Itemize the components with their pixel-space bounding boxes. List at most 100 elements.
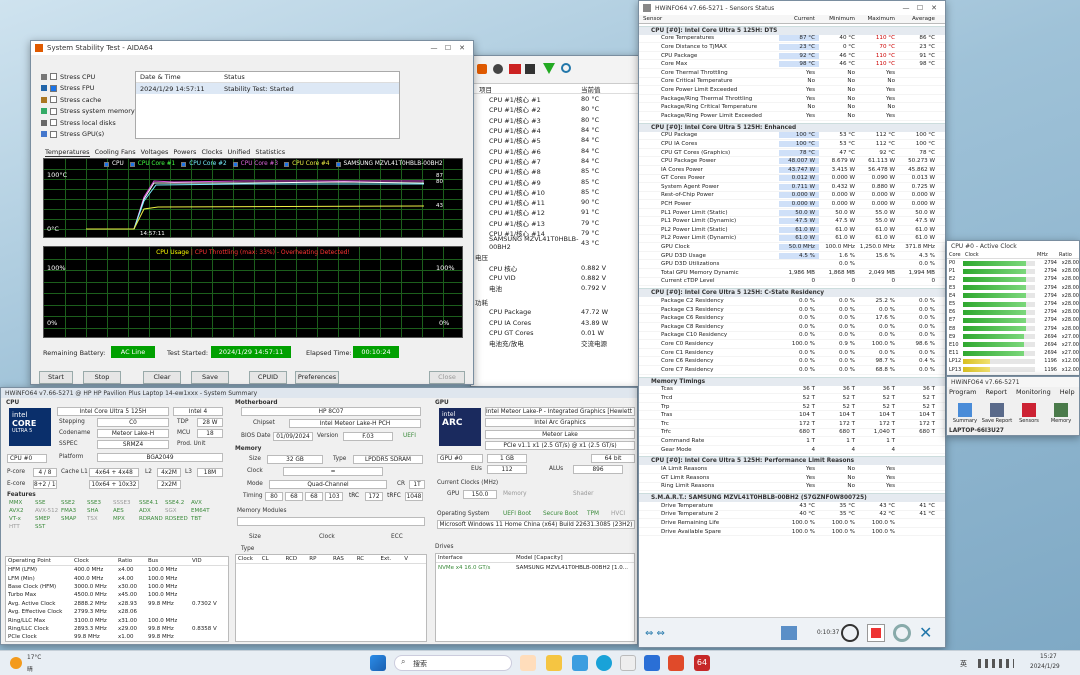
sensor-row[interactable]: CPU Package 92 °C 46 °C 110 °C 91 °C	[639, 52, 945, 61]
clock-row[interactable]: E11 2694 x27.00	[947, 349, 1079, 357]
clock-row[interactable]: E7 2794 x28.00	[947, 316, 1079, 324]
temp-row[interactable]: CPU #1/核心 #4 84 °C	[471, 125, 639, 135]
clock-row[interactable]: E2 2794 x28.00	[947, 275, 1079, 283]
user-icon[interactable]	[493, 64, 503, 74]
sensor-row[interactable]: Gear Mode 4 4 4	[639, 446, 945, 455]
aida-icon[interactable]	[477, 64, 487, 74]
temp-row[interactable]: CPU #1/核心 #2 80 °C	[471, 104, 639, 114]
sensor-row[interactable]: Drive Available Spare 100.0 % 100.0 % 100.0…	[639, 528, 945, 537]
clock-row[interactable]: LP13 1196 x12.00	[947, 365, 1079, 373]
sensor-row[interactable]: GPU D3D Usage 4.5 % 1.6 % 15.6 % 4.3 %	[639, 252, 945, 261]
voltage-row[interactable]: CPU 核心 0.882 V	[471, 262, 639, 273]
maximize-button[interactable]: ☐	[441, 44, 455, 52]
op-row[interactable]: Base Clock (HFM) 3000.0 MHz x30.00 100.0 MH…	[6, 583, 228, 591]
temp-row[interactable]: CPU #1/核心 #5 84 °C	[471, 135, 639, 145]
sensor-row[interactable]: Core Critical Temperature No No No	[639, 78, 945, 87]
sensor-group[interactable]: CPU [#0]: Intel Core Ultra 5 125H: Enhan…	[639, 122, 945, 132]
intel-icon[interactable]	[644, 655, 660, 671]
stress-option[interactable]: Stress system memory	[41, 106, 137, 118]
drive-row[interactable]: NVMe x4 16.0 GT/s SAMSUNG MZVL41T0HBLB-0…	[436, 563, 634, 572]
sensor-row[interactable]: Command Rate 1 T 1 T 1 T	[639, 437, 945, 446]
sensor-row[interactable]: Trp 52 T 52 T 52 T 52 T	[639, 403, 945, 412]
start-windows-icon[interactable]	[370, 655, 386, 671]
stress-option[interactable]: Stress CPU	[41, 71, 137, 83]
sensor-row[interactable]: Package C8 Residency 0.0 % 0.0 % 0.0 % 0.0 %	[639, 323, 945, 332]
sensor-group[interactable]: CPU [#0]: Intel Core Ultra 5 125H: C-Sta…	[639, 288, 945, 298]
sensor-row[interactable]: Core Thermal Throttling Yes No Yes	[639, 69, 945, 78]
network-icon[interactable]	[781, 626, 797, 640]
menu-monitoring[interactable]: Monitoring	[1016, 388, 1051, 396]
sensor-row[interactable]: Total GPU Memory Dynamic 1,986 MB 1,868 MB…	[639, 269, 945, 278]
sensor-row[interactable]: Core C6 Residency 0.0 % 0.0 % 98.7 % 0.4 %	[639, 357, 945, 366]
sensor-row[interactable]: Package C6 Residency 0.0 % 0.0 % 17.6 % 0.0 …	[639, 314, 945, 323]
store-icon[interactable]	[572, 655, 588, 671]
sensor-row[interactable]: Tcas 36 T 36 T 36 T 36 T	[639, 386, 945, 395]
col-sensor[interactable]: Sensor	[639, 16, 779, 22]
temp-row[interactable]: CPU #1/核心 #9 85 °C	[471, 176, 639, 187]
modules-select[interactable]	[237, 517, 425, 526]
ime-indicator[interactable]: 英	[960, 659, 967, 669]
sensor-row[interactable]: Drive Temperature 43 °C 35 °C 43 °C 41 °C	[639, 502, 945, 511]
cpu-icon[interactable]	[525, 64, 535, 74]
tool-save-report[interactable]: Save Report	[981, 401, 1013, 424]
sensor-row[interactable]: Core Max 98 °C 46 °C 110 °C 98 °C	[639, 60, 945, 69]
sensor-row[interactable]: Core Distance to TjMAX 23 °C 0 °C 70 °C 23 °…	[639, 43, 945, 52]
col-maximum[interactable]: Maximum	[859, 16, 899, 22]
op-row[interactable]: Ring/LLC Max 3100.0 MHz x31.00 100.0 MHz	[6, 616, 228, 624]
search-box[interactable]: ⌕ 搜索	[394, 655, 512, 671]
sensor-row[interactable]: Trcd 52 T 52 T 52 T 52 T	[639, 394, 945, 403]
clock-row[interactable]: E6 2794 x28.00	[947, 308, 1079, 316]
sensor-row[interactable]: System Agent Power 0.711 W 0.432 W 0.880 W 0…	[639, 183, 945, 192]
sensor-row[interactable]: GPU Clock 50.0 MHz 100.0 MHz 1,250.0 MHz 371…	[639, 243, 945, 252]
clock-row[interactable]: E3 2794 x28.00	[947, 284, 1079, 292]
sensor-row[interactable]: Package/Ring Power Limit Exceeded Yes No Ye…	[639, 112, 945, 121]
clock-row[interactable]: E5 2794 x28.00	[947, 300, 1079, 308]
edge-icon[interactable]	[596, 655, 612, 671]
sensor-row[interactable]: Current cTDP Level 0 0 0 0	[639, 278, 945, 287]
col-current[interactable]: Current	[779, 16, 819, 22]
clock-row[interactable]: E4 2794 x28.00	[947, 292, 1079, 300]
op-row[interactable]: LFM (Min) 400.0 MHz x4.00 100.0 MHz	[6, 574, 228, 582]
download-icon[interactable]	[543, 63, 555, 74]
temp-row[interactable]: CPU #1/核心 #13 79 °C	[471, 218, 639, 228]
stress-option[interactable]: Stress cache	[41, 94, 137, 106]
temp-row[interactable]: CPU #1/核心 #7 84 °C	[471, 156, 639, 166]
sensor-row[interactable]: Trc 172 T 172 T 172 T 172 T	[639, 420, 945, 429]
log-row[interactable]: 2024/1/29 14:57:11 Stability Test: Start…	[136, 83, 399, 94]
nav-arrows-icon[interactable]: ⇔ ⇔	[645, 628, 665, 639]
clear-button[interactable]: Clear	[143, 371, 181, 384]
stress-checkbox[interactable]	[50, 73, 57, 81]
sensor-row[interactable]: GT Limit Reasons Yes No Yes	[639, 474, 945, 483]
temp-row[interactable]: CPU #1/核心 #12 91 °C	[471, 207, 639, 217]
sensor-row[interactable]: PL1 Power Limit (Dynamic) 47.5 W 47.5 W 55.…	[639, 217, 945, 227]
stress-option[interactable]: Stress FPU	[41, 83, 137, 95]
power-row[interactable]: CPU GT Cores 0.01 W	[471, 328, 639, 338]
osd-icon[interactable]	[509, 64, 521, 74]
tab-clocks[interactable]: Clocks	[201, 148, 222, 156]
sensor-group[interactable]: CPU [#0]: Intel Core Ultra 5 125H: Perfo…	[639, 456, 945, 466]
stress-checkbox[interactable]	[50, 107, 57, 115]
stress-option[interactable]: Stress local disks	[41, 117, 137, 129]
temp-row[interactable]: CPU #1/核心 #6 84 °C	[471, 145, 639, 156]
search-icon[interactable]	[561, 63, 571, 73]
sensor-row[interactable]: Core C0 Residency 100.0 % 0.9 % 100.0 % 98.6…	[639, 340, 945, 349]
tab-temperatures[interactable]: Temperatures	[45, 148, 90, 157]
gpu-select[interactable]: GPU #0	[437, 454, 483, 463]
menu-report[interactable]: Report	[985, 388, 1007, 396]
temp-row[interactable]: SAMSUNG MZVL41T0HBLB-00BH2 43 °C	[471, 235, 639, 251]
tool-memory[interactable]: Memory	[1045, 401, 1077, 424]
stress-checkbox[interactable]	[50, 96, 57, 104]
sensor-row[interactable]: Package/Ring Critical Temperature No No No	[639, 103, 945, 112]
reset-icon[interactable]	[867, 624, 885, 642]
sensor-row[interactable]: PL1 Power Limit (Static) 50.0 W 50.0 W 55.0…	[639, 209, 945, 218]
sensor-row[interactable]: PL2 Power Limit (Static) 61.0 W 61.0 W 61.0…	[639, 226, 945, 235]
clock-icon[interactable]	[841, 624, 859, 642]
op-row[interactable]: Ring/LLC Clock 2893.3 MHz x29.00 99.8 MHz 0.…	[6, 625, 228, 633]
clock-date[interactable]: 2024/1/29	[1030, 664, 1060, 670]
sensor-row[interactable]: GPU D3D Utilizations 0.0 % 0.0 %	[639, 260, 945, 270]
op-row[interactable]: HFM (LFM) 400.0 MHz x4.00 100.0 MHz	[6, 566, 228, 574]
aida64-taskbar-icon[interactable]	[668, 655, 684, 671]
sensor-row[interactable]: CPU IA Cores 100 °C 53 °C 112 °C 100 °C	[639, 140, 945, 149]
sensor-row[interactable]: Drive Remaining Life 100.0 % 100.0 % 100.0 …	[639, 519, 945, 528]
app-icon[interactable]	[620, 655, 636, 671]
